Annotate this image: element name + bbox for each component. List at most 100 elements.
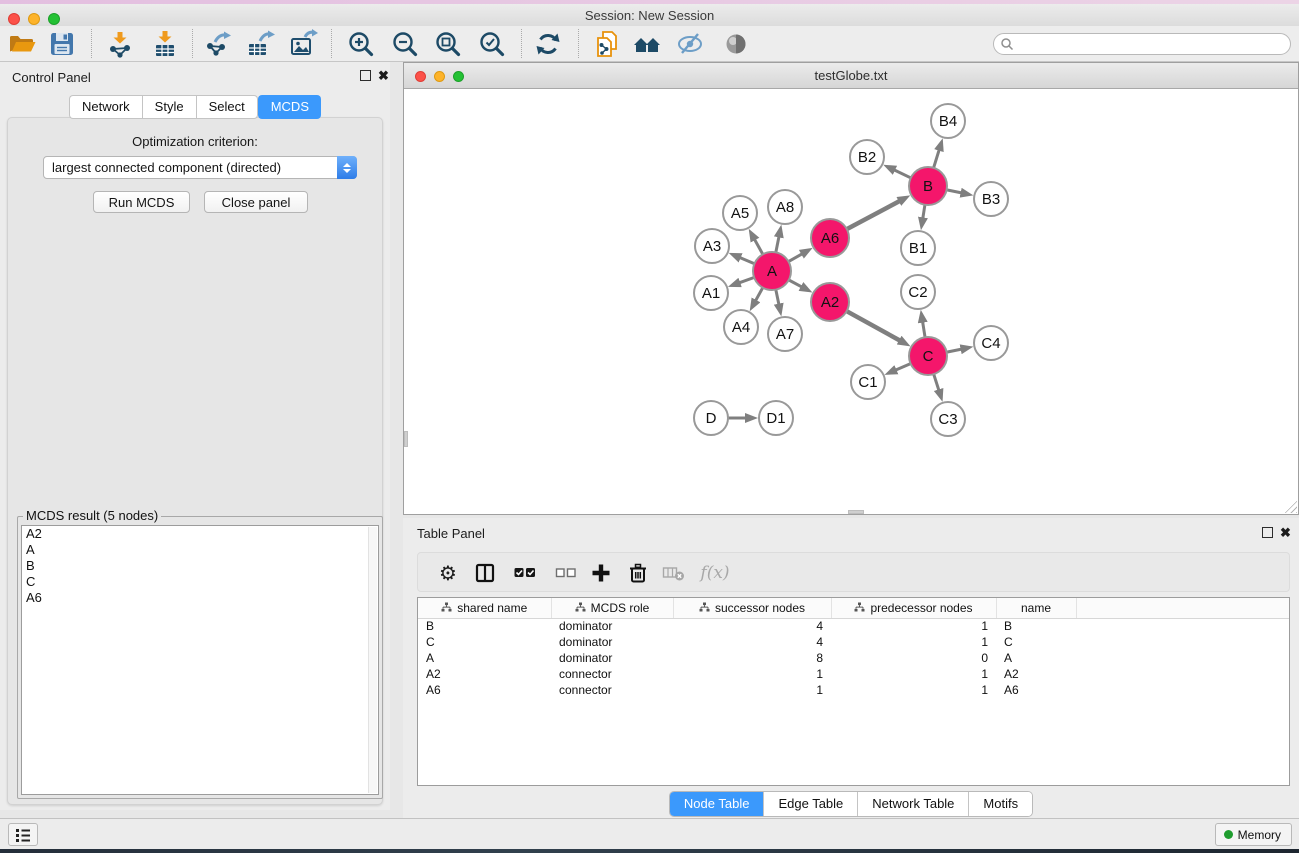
tab-style[interactable]: Style	[142, 95, 196, 119]
run-mcds-button[interactable]: Run MCDS	[93, 191, 190, 213]
graph-edge-A-A7[interactable]	[776, 289, 779, 305]
tab-edge-table[interactable]: Edge Table	[764, 792, 858, 816]
column-header-shared-name[interactable]: shared name	[418, 598, 551, 618]
graph-edge-B-B1[interactable]	[923, 204, 925, 219]
column-header-name[interactable]: name	[996, 598, 1076, 618]
table-cell[interactable]: A2	[996, 666, 1076, 682]
tab-mcds[interactable]: MCDS	[258, 95, 321, 119]
graph-edge-A-A5[interactable]	[755, 239, 764, 255]
table-cell[interactable]: A	[418, 650, 551, 666]
select-all-button[interactable]	[513, 561, 537, 585]
graph-edge-B-B4[interactable]	[933, 150, 939, 169]
export-table-button[interactable]	[245, 29, 275, 59]
table-cell[interactable]: C	[418, 634, 551, 650]
table-cell[interactable]: 1	[831, 634, 996, 650]
network-minimize-traffic-light[interactable]	[434, 71, 445, 82]
task-history-button[interactable]	[8, 823, 38, 846]
table-cell[interactable]: A2	[418, 666, 551, 682]
table-cell[interactable]: B	[418, 618, 551, 634]
table-cell[interactable]: dominator	[551, 650, 673, 666]
mcds-result-list[interactable]: A2ABCA6	[21, 525, 379, 795]
tab-node-table[interactable]: Node Table	[670, 792, 765, 816]
vertical-scrollbar-thumb[interactable]	[404, 431, 408, 447]
table-cell[interactable]: 1	[831, 682, 996, 698]
network-graph[interactable]: AA1A2A3A4A5A6A7A8BB1B2B3B4CC1C2C3C4DD1	[404, 89, 1298, 514]
graph-edge-A-A4[interactable]	[756, 287, 764, 301]
graph-edge-C-C2[interactable]	[923, 322, 926, 339]
table-cell[interactable]: 1	[831, 618, 996, 634]
save-session-button[interactable]	[47, 29, 77, 59]
column-header-predecessor-nodes[interactable]: predecessor nodes	[831, 598, 996, 618]
show-column-button[interactable]	[473, 561, 497, 585]
table-row[interactable]: Cdominator41C	[418, 634, 1289, 650]
table-cell[interactable]: connector	[551, 682, 673, 698]
table-cell[interactable]: A6	[996, 682, 1076, 698]
graph-edge-A-A3[interactable]	[740, 258, 756, 265]
graph-edge-B-B2[interactable]	[894, 170, 912, 178]
table-float-icon[interactable]	[1262, 527, 1273, 538]
apply-function-button[interactable]: f(x)	[698, 561, 732, 585]
copy-document-button[interactable]	[592, 29, 622, 59]
table-cell[interactable]: dominator	[551, 634, 673, 650]
table-cell[interactable]: 4	[673, 618, 831, 634]
table-cell[interactable]: B	[996, 618, 1076, 634]
export-image-button[interactable]	[288, 29, 318, 59]
network-close-traffic-light[interactable]	[415, 71, 426, 82]
network-canvas[interactable]: AA1A2A3A4A5A6A7A8BB1B2B3B4CC1C2C3C4DD1	[404, 89, 1298, 514]
table-cell[interactable]: 8	[673, 650, 831, 666]
close-panel-button[interactable]: Close panel	[204, 191, 308, 213]
float-panel-icon[interactable]	[360, 70, 371, 81]
table-close-icon[interactable]: ✖	[1280, 525, 1291, 541]
graph-edge-C-C3[interactable]	[933, 373, 939, 390]
node-table[interactable]: shared nameMCDS rolesuccessor nodesprede…	[417, 597, 1290, 786]
table-options-button[interactable]: ⚙	[436, 561, 460, 585]
column-header-successor-nodes[interactable]: successor nodes	[673, 598, 831, 618]
network-zoom-traffic-light[interactable]	[453, 71, 464, 82]
table-row[interactable]: Bdominator41B	[418, 618, 1289, 634]
import-network-button[interactable]	[105, 29, 135, 59]
zoom-in-button[interactable]	[346, 29, 376, 59]
export-network-button[interactable]	[203, 29, 233, 59]
mcds-result-item[interactable]: B	[22, 558, 378, 574]
graph-edge-C-C4[interactable]	[946, 349, 962, 352]
table-cell[interactable]: 1	[673, 682, 831, 698]
memory-button[interactable]: Memory	[1215, 823, 1292, 846]
table-cell[interactable]: A	[996, 650, 1076, 666]
table-cell[interactable]: A6	[418, 682, 551, 698]
graph-edge-A6-B[interactable]	[846, 201, 900, 230]
table-row[interactable]: Adominator80A	[418, 650, 1289, 666]
open-session-button[interactable]	[7, 29, 37, 59]
hide-graphics-details-button[interactable]	[675, 29, 705, 59]
tab-motifs[interactable]: Motifs	[969, 792, 1032, 816]
table-cell[interactable]: C	[996, 634, 1076, 650]
table-cell[interactable]: connector	[551, 666, 673, 682]
graph-edge-A2-C[interactable]	[846, 311, 900, 341]
table-cell[interactable]: 1	[831, 666, 996, 682]
network-window-titlebar[interactable]: testGlobe.txt	[404, 63, 1298, 89]
graph-edge-A-A1[interactable]	[739, 277, 755, 283]
table-row[interactable]: A6connector11A6	[418, 682, 1289, 698]
home-button[interactable]	[632, 29, 662, 59]
close-traffic-light[interactable]	[8, 13, 20, 25]
search-field[interactable]	[993, 33, 1291, 55]
add-row-button[interactable]	[589, 561, 613, 585]
zoom-traffic-light[interactable]	[48, 13, 60, 25]
mcds-result-item[interactable]: C	[22, 574, 378, 590]
graph-edge-B-B3[interactable]	[946, 190, 962, 193]
mcds-result-item[interactable]: A6	[22, 590, 378, 606]
show-graphics-details-button[interactable]	[721, 29, 751, 59]
table-cell[interactable]: 4	[673, 634, 831, 650]
refresh-button[interactable]	[533, 29, 563, 59]
tab-network[interactable]: Network	[69, 95, 142, 119]
column-header-MCDS-role[interactable]: MCDS role	[551, 598, 673, 618]
table-cell[interactable]: dominator	[551, 618, 673, 634]
zoom-selected-button[interactable]	[477, 29, 507, 59]
delete-row-button[interactable]	[626, 561, 650, 585]
minimize-traffic-light[interactable]	[28, 13, 40, 25]
zoom-fit-button[interactable]	[433, 29, 463, 59]
dropdown-stepper-icon[interactable]	[337, 156, 357, 179]
graph-edge-A-A2[interactable]	[788, 280, 802, 287]
table-cell[interactable]: 0	[831, 650, 996, 666]
delete-column-button[interactable]	[662, 561, 686, 585]
graph-edge-A-A8[interactable]	[776, 236, 779, 253]
